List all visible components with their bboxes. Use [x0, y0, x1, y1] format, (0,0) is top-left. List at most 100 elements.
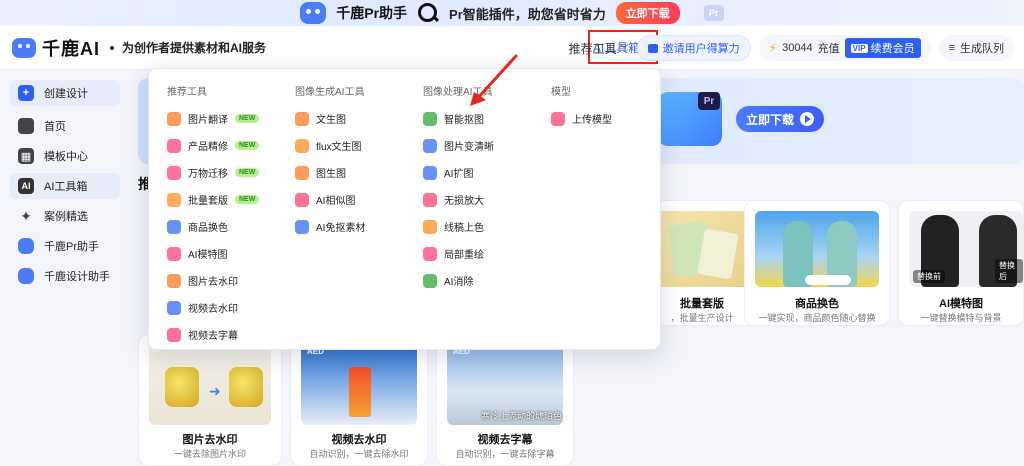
mascot-icon — [18, 268, 34, 284]
dropdown-item[interactable]: 图生图 — [295, 159, 365, 186]
dropdown-item[interactable]: 批量套版 NEW — [167, 186, 260, 213]
promo-text: Pr智能插件，助您省时省力 — [449, 6, 606, 22]
card-video-subtitle-removal[interactable]: AED 寒冷上流动的琥珀色 视频去字幕 自动识别，一键去除字幕 — [436, 334, 574, 466]
dropdown-item[interactable]: 文生图 — [295, 105, 365, 132]
color-swatches — [805, 275, 851, 285]
dropdown-item-label: 智能抠图 — [444, 115, 484, 126]
promo-banner[interactable]: 千鹿Pr助手 Pr智能插件，助您省时省力 立即下载 Pr — [0, 0, 1024, 26]
card-thumbnail — [755, 211, 879, 287]
dropdown-item-label: 上传模型 — [572, 115, 612, 126]
tool-icon — [423, 246, 437, 261]
new-badge: NEW — [235, 141, 260, 150]
card-subtitle: 自动识别，一键去除字幕 — [455, 449, 555, 459]
new-badge: NEW — [235, 114, 260, 123]
plus-icon: + — [18, 85, 34, 101]
ai-icon: AI — [18, 178, 34, 194]
tool-icon — [167, 327, 181, 342]
dropdown-item[interactable]: 图片变清晰 — [423, 132, 494, 159]
logo-text: 千鹿AI — [42, 38, 100, 59]
dropdown-item-label: 局部重绘 — [444, 250, 484, 261]
sidebar-item-label: 创建设计 — [44, 88, 88, 100]
header-actions: 推荐工具 ﹀ 邀请用户得算力 ⚡ 30044 充值 VIP 续费会员 ≡ 生成队… — [569, 26, 1014, 70]
recharge-link[interactable]: 充值 — [818, 40, 840, 56]
card-product-recolor[interactable]: 商品换色 一键实现，商品颜色随心替换 — [744, 200, 890, 326]
card-video-watermark-removal[interactable]: AED 视频去水印 自动识别，一键去除水印 — [290, 334, 428, 466]
product-box-illustration — [697, 228, 739, 280]
tool-icon — [423, 192, 437, 207]
tool-icon — [167, 138, 181, 153]
tool-icon — [423, 138, 437, 153]
dropdown-item-label: 视频去水印 — [188, 304, 238, 315]
dropdown-item[interactable]: 图片去水印 — [167, 267, 259, 294]
divider-dot — [110, 45, 114, 50]
tool-icon — [295, 192, 309, 207]
sidebar-item-label: 首页 — [44, 121, 66, 133]
dropdown-item[interactable]: 局部重绘 — [423, 240, 494, 267]
hero-download-button[interactable]: 立即下载 — [736, 106, 824, 132]
card-thumbnail — [649, 211, 755, 287]
invite-button[interactable]: 邀请用户得算力 — [636, 35, 751, 61]
card-thumbnail: AED — [301, 345, 417, 425]
dropdown-item[interactable]: 线稿上色 — [423, 213, 494, 240]
tool-icon — [167, 300, 181, 315]
renew-vip-button[interactable]: VIP 续费会员 — [844, 38, 921, 58]
sidebar-item-pr-assistant[interactable]: 千鹿Pr助手 — [10, 233, 120, 259]
queue-button[interactable]: ≡ 生成队列 — [938, 35, 1014, 61]
dropdown-item-label: 文生图 — [316, 115, 346, 126]
recommend-tools-nav[interactable]: 推荐工具 ﹀ — [569, 40, 629, 57]
new-badge: NEW — [235, 195, 260, 204]
dropdown-item-label: 万物迁移 — [188, 169, 228, 180]
sidebar-item-ai-toolbox[interactable]: AI AI工具箱 — [10, 173, 120, 199]
dropdown-column-processing: 图像处理AI工具 智能抠图 图片变清晰 AI扩图 无损放大 线稿上色 局部重绘 AI消除 — [423, 83, 494, 294]
card-title: 视频去字幕 — [477, 434, 533, 446]
dropdown-item[interactable]: AI免抠素材 — [295, 213, 365, 240]
dropdown-item[interactable]: 视频去字幕 — [167, 321, 259, 348]
promo-title: 千鹿Pr助手 — [336, 5, 408, 21]
logo[interactable]: 千鹿AI — [12, 35, 100, 61]
dropdown-item[interactable]: 图片翻译 NEW — [167, 105, 260, 132]
card-title: 视频去水印 — [331, 434, 387, 446]
card-subtitle: 一键实现，商品颜色随心替换 — [758, 313, 876, 323]
annotation-arrow — [470, 54, 518, 106]
card-image-watermark-removal[interactable]: ➜ 图片去水印 一键去除图片水印 — [138, 334, 282, 466]
dropdown-item[interactable]: flux文生图 — [295, 132, 365, 159]
promo-download-button[interactable]: 立即下载 — [615, 2, 680, 24]
perfume-bottle-illustration — [229, 367, 263, 407]
search-icon — [417, 2, 439, 24]
dropdown-item[interactable]: AI消除 — [423, 267, 494, 294]
dropdown-item-label: 图片翻译 — [188, 115, 228, 126]
dropdown-item[interactable]: 上传模型 — [551, 105, 612, 132]
queue-label: 生成队列 — [960, 43, 1004, 55]
dropdown-column-recommended: 推荐工具 图片翻译 NEW 产品精修 NEW 万物迁移 NEW 批量套版 NEW 商品换色 AI模… — [167, 83, 260, 348]
dropdown-column-generation: 图像生成AI工具 文生图 flux文生图 图生图 AI相似图 AI免抠素材 — [295, 83, 365, 240]
dropdown-item[interactable]: 万物迁移 NEW — [167, 159, 260, 186]
sidebar-item-design-assistant[interactable]: 千鹿设计助手 — [10, 263, 120, 289]
dropdown-item[interactable]: AI相似图 — [295, 186, 365, 213]
dropdown-item[interactable]: 商品换色 — [167, 213, 259, 240]
card-thumbnail: ➜ — [149, 345, 271, 425]
sidebar-item-home[interactable]: 首页 — [10, 113, 120, 139]
card-thumbnail: 替换前 替换后 — [909, 211, 1023, 287]
sidebar-item-cases[interactable]: ✦ 案例精选 — [10, 203, 120, 229]
column-title: 图像生成AI工具 — [295, 87, 365, 98]
tool-icon — [295, 138, 309, 153]
dropdown-item[interactable]: AI扩图 — [423, 159, 494, 186]
dropdown-item-label: AI相似图 — [316, 196, 356, 207]
sidebar-item-create-design[interactable]: + 创建设计 — [10, 80, 120, 106]
dropdown-item-label: 商品换色 — [188, 223, 228, 234]
mascot-icon — [18, 238, 34, 254]
dropdown-item-label: 无损放大 — [444, 196, 484, 207]
hero-download-label: 立即下载 — [745, 112, 794, 127]
card-ai-model[interactable]: 替换前 替换后 AI模特图 一键替换模特与背景 — [898, 200, 1024, 326]
dropdown-item[interactable]: 产品精修 NEW — [167, 132, 260, 159]
dropdown-item-label: 图片变清晰 — [444, 142, 494, 153]
dropdown-item[interactable]: 无损放大 — [423, 186, 494, 213]
tool-icon — [423, 219, 437, 234]
dropdown-item[interactable]: AI模特图 — [167, 240, 259, 267]
tool-icon — [423, 165, 437, 180]
vip-tag: VIP — [850, 43, 868, 53]
tool-icon — [551, 111, 565, 126]
sidebar-item-templates[interactable]: ▦ 模板中心 — [10, 143, 120, 169]
dropdown-item[interactable]: 视频去水印 — [167, 294, 259, 321]
card-thumbnail: AED 寒冷上流动的琥珀色 — [447, 345, 563, 425]
